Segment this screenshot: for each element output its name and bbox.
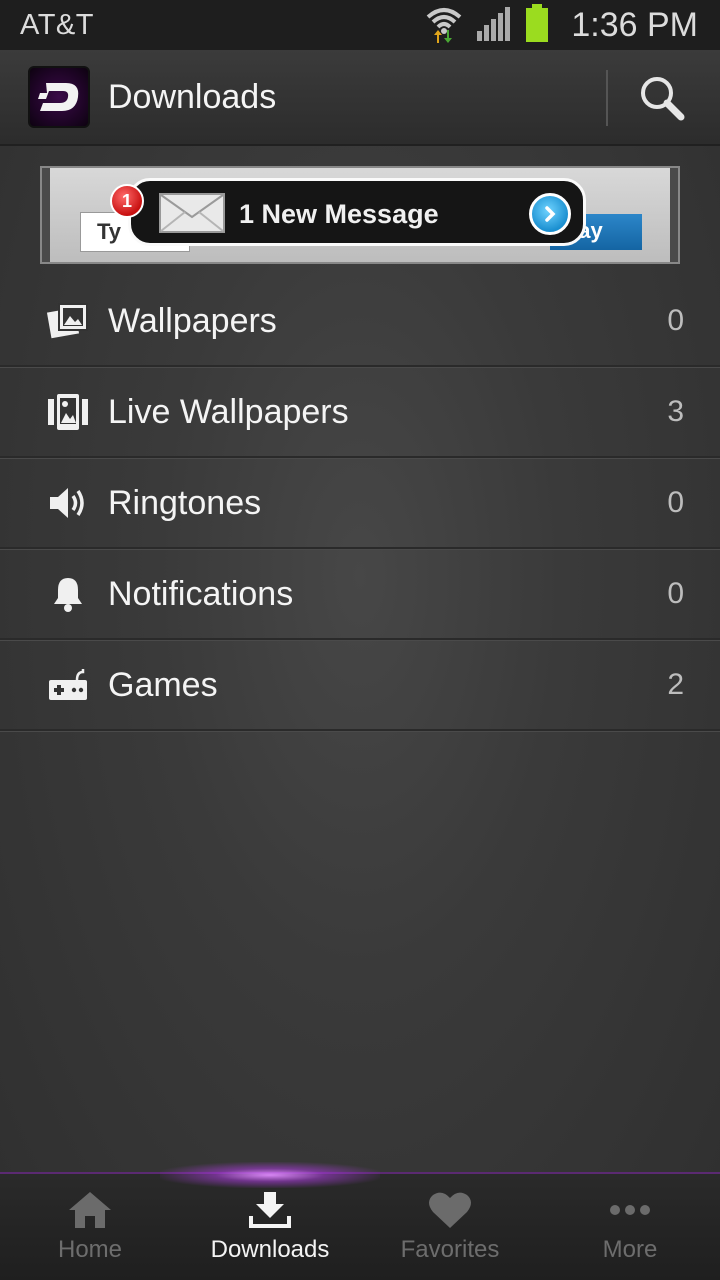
nav-downloads-label: Downloads (210, 1236, 330, 1263)
list-item-count: 0 (667, 577, 684, 610)
nav-downloads[interactable]: Downloads (180, 1174, 360, 1280)
list-item-label: Notifications (108, 575, 294, 613)
ad-banner[interactable]: Ty kay 1 1 New Message (40, 166, 680, 264)
list-item-count: 2 (667, 668, 684, 701)
bell-icon (46, 574, 90, 614)
list-item-live-wallpapers[interactable]: Live Wallpapers 3 (0, 367, 720, 458)
nav-more[interactable]: More (540, 1174, 720, 1280)
search-icon (637, 73, 687, 128)
ad-message-text: 1 New Message (239, 199, 439, 229)
status-icons: 1:36 PM (425, 3, 698, 48)
gamepad-icon (46, 665, 90, 705)
nav-favorites[interactable]: Favorites (360, 1174, 540, 1280)
search-button[interactable] (630, 70, 694, 130)
signal-icon (475, 5, 513, 46)
ad-border-right (670, 168, 678, 262)
page-title: Downloads (108, 78, 277, 116)
wallpapers-icon (46, 301, 90, 341)
nav-favorites-label: Favorites (400, 1236, 500, 1263)
heart-icon (426, 1188, 474, 1232)
status-bar: AT&T 1:36 PM (0, 0, 720, 50)
list-item-wallpapers[interactable]: Wallpapers 0 (0, 276, 720, 367)
ad-notification-badge: 1 (110, 184, 144, 218)
nav-more-label: More (602, 1236, 658, 1263)
list-item-label: Games (108, 666, 218, 704)
nav-home[interactable]: Home (0, 1174, 180, 1280)
app-logo-icon[interactable] (28, 66, 90, 128)
list-item-games[interactable]: Games 2 (0, 640, 720, 731)
wifi-icon (425, 3, 463, 48)
list-item-label: Live Wallpapers (108, 393, 349, 431)
home-icon (66, 1188, 114, 1232)
envelope-icon (159, 193, 225, 233)
list-item-count: 0 (667, 304, 684, 337)
action-bar-divider (606, 70, 608, 126)
list-item-count: 0 (667, 486, 684, 519)
list-item-notifications[interactable]: Notifications 0 (0, 549, 720, 640)
nav-home-label: Home (57, 1236, 123, 1263)
list-item-count: 3 (667, 395, 684, 428)
downloads-list: Wallpapers 0 Live Wallpapers 3 Ringtones (0, 276, 720, 731)
download-icon (246, 1188, 294, 1232)
ad-border-left (42, 168, 50, 262)
action-bar: Downloads (0, 50, 720, 146)
list-item-ringtones[interactable]: Ringtones 0 (0, 458, 720, 549)
carrier-label: AT&T (20, 8, 94, 41)
clock: 1:36 PM (571, 5, 698, 44)
ad-message-pill[interactable]: 1 New Message (128, 178, 586, 246)
bottom-nav: Home Downloads Favorites More (0, 1162, 720, 1280)
speaker-icon (46, 483, 90, 523)
more-dots-icon (606, 1188, 654, 1232)
ad-arrow-icon[interactable] (529, 193, 571, 235)
battery-icon (525, 3, 549, 47)
live-wallpapers-icon (46, 392, 90, 432)
list-item-label: Wallpapers (108, 302, 277, 340)
list-item-label: Ringtones (108, 484, 262, 522)
